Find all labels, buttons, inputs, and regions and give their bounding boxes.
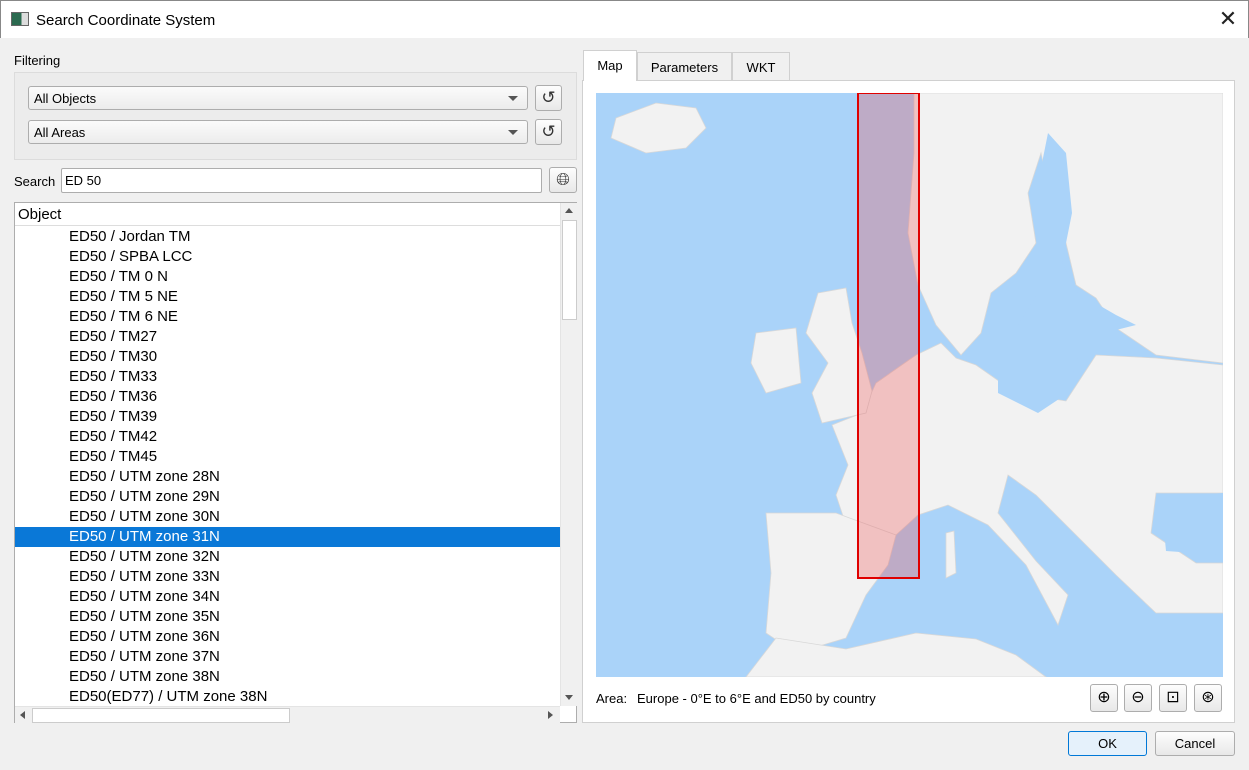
map-svg: [610, 93, 1223, 677]
zoom-out-icon: ⊖: [1131, 689, 1145, 706]
tree-row[interactable]: ED50 / UTM zone 36N: [15, 627, 560, 647]
tree-row[interactable]: ED50 / UTM zone 32N: [15, 547, 560, 567]
tree-row[interactable]: ED50 / SPBA LCC: [15, 247, 560, 267]
iceland: [610, 102, 707, 154]
ok-button[interactable]: OK: [1068, 731, 1147, 756]
tree-row[interactable]: ED50 / UTM zone 37N: [15, 647, 560, 667]
tree-row[interactable]: ED50 / TM 0 N: [15, 267, 560, 287]
globe-button[interactable]: 🌐︎: [549, 167, 577, 193]
zoom-out-button[interactable]: ⊖: [1124, 684, 1152, 712]
tab-map[interactable]: Map: [583, 50, 637, 81]
zoom-in-icon: ⊕: [1097, 689, 1111, 706]
close-button[interactable]: ✕: [1211, 3, 1245, 37]
tree-row[interactable]: ED50 / UTM zone 28N: [15, 467, 560, 487]
scroll-right-icon[interactable]: [548, 711, 553, 719]
ireland: [750, 327, 802, 394]
tree-row[interactable]: ED50 / Jordan TM: [15, 227, 560, 247]
chevron-down-icon: [508, 130, 518, 135]
object-tree[interactable]: Object ED50 / Jordan TM ED50 / SPBA LCC ED…: [14, 202, 577, 723]
reset-objects-button[interactable]: ↺: [535, 85, 562, 111]
globe-icon: 🌐︎: [556, 170, 570, 189]
filtering-label: Filtering: [14, 53, 61, 68]
reset-icon: ↺: [541, 88, 556, 107]
tree-row[interactable]: ED50 / TM30: [15, 347, 560, 367]
tree-row[interactable]: ED50 / TM27: [15, 327, 560, 347]
zoom-selection-icon: ⊡: [1166, 689, 1180, 706]
corsica-sardinia: [945, 530, 957, 579]
tree-row[interactable]: ED50 / UTM zone 29N: [15, 487, 560, 507]
black-sea: [1161, 493, 1223, 555]
tree-row[interactable]: ED50 / UTM zone 38N: [15, 667, 560, 687]
tree-row[interactable]: ED50 / TM42: [15, 427, 560, 447]
tree-row[interactable]: ED50 / TM33: [15, 367, 560, 387]
tree-row[interactable]: ED50 / UTM zone 34N: [15, 587, 560, 607]
horizontal-scroll-thumb[interactable]: [32, 708, 290, 723]
zoom-world-icon: ⊛: [1201, 689, 1215, 706]
vertical-scroll-thumb[interactable]: [562, 220, 577, 320]
tree-row[interactable]: ED50 / UTM zone 35N: [15, 607, 560, 627]
tree-row[interactable]: ED50 / TM 5 NE: [15, 287, 560, 307]
tree-row[interactable]: ED50 / UTM zone 33N: [15, 567, 560, 587]
area-combo[interactable]: All Areas: [28, 120, 528, 144]
scroll-left-icon[interactable]: [20, 711, 25, 719]
tree-row[interactable]: ED50 / TM45: [15, 447, 560, 467]
column-header-object[interactable]: Object: [15, 203, 560, 226]
tab-wkt[interactable]: WKT: [732, 52, 790, 81]
object-type-value: All Objects: [34, 91, 97, 106]
chevron-down-icon: [508, 96, 518, 101]
zoom-in-button[interactable]: ⊕: [1090, 684, 1118, 712]
crs-extent-rectangle: [857, 93, 920, 579]
tree-row[interactable]: ED50 / UTM zone 30N: [15, 507, 560, 527]
tree-row[interactable]: ED50 / TM 6 NE: [15, 307, 560, 327]
title-bar: Search Coordinate System ✕: [0, 0, 1249, 38]
object-type-combo[interactable]: All Objects: [28, 86, 528, 110]
tree-row[interactable]: ED50 / UTM zone 31N: [15, 527, 560, 547]
reset-areas-button[interactable]: ↺: [535, 119, 562, 145]
tab-parameters[interactable]: Parameters: [637, 52, 732, 81]
reset-icon: ↺: [541, 122, 556, 141]
vertical-scrollbar[interactable]: [560, 203, 577, 706]
area-value: All Areas: [34, 125, 86, 140]
map-panel: Area: Europe - 0°E to 6°E and ED50 by co…: [582, 80, 1235, 723]
map-canvas[interactable]: [596, 93, 1223, 677]
window-title: Search Coordinate System: [36, 12, 216, 29]
search-label: Search: [14, 174, 56, 189]
area-label: Area:: [596, 691, 628, 706]
app-icon: [11, 12, 29, 26]
horizontal-scrollbar[interactable]: [15, 706, 560, 723]
tree-row[interactable]: ED50 / TM39: [15, 407, 560, 427]
cancel-button[interactable]: Cancel: [1155, 731, 1235, 756]
tree-row[interactable]: ED50 / TM36: [15, 387, 560, 407]
search-input[interactable]: ED 50: [61, 168, 542, 193]
scroll-up-icon[interactable]: [565, 208, 573, 213]
scroll-down-icon[interactable]: [565, 695, 573, 700]
zoom-to-selection-button[interactable]: ⊡: [1159, 684, 1187, 712]
tree-row[interactable]: ED50(ED77) / UTM zone 38N: [15, 687, 560, 707]
zoom-full-button[interactable]: ⊛: [1194, 684, 1222, 712]
area-description: Europe - 0°E to 6°E and ED50 by country: [637, 691, 876, 706]
